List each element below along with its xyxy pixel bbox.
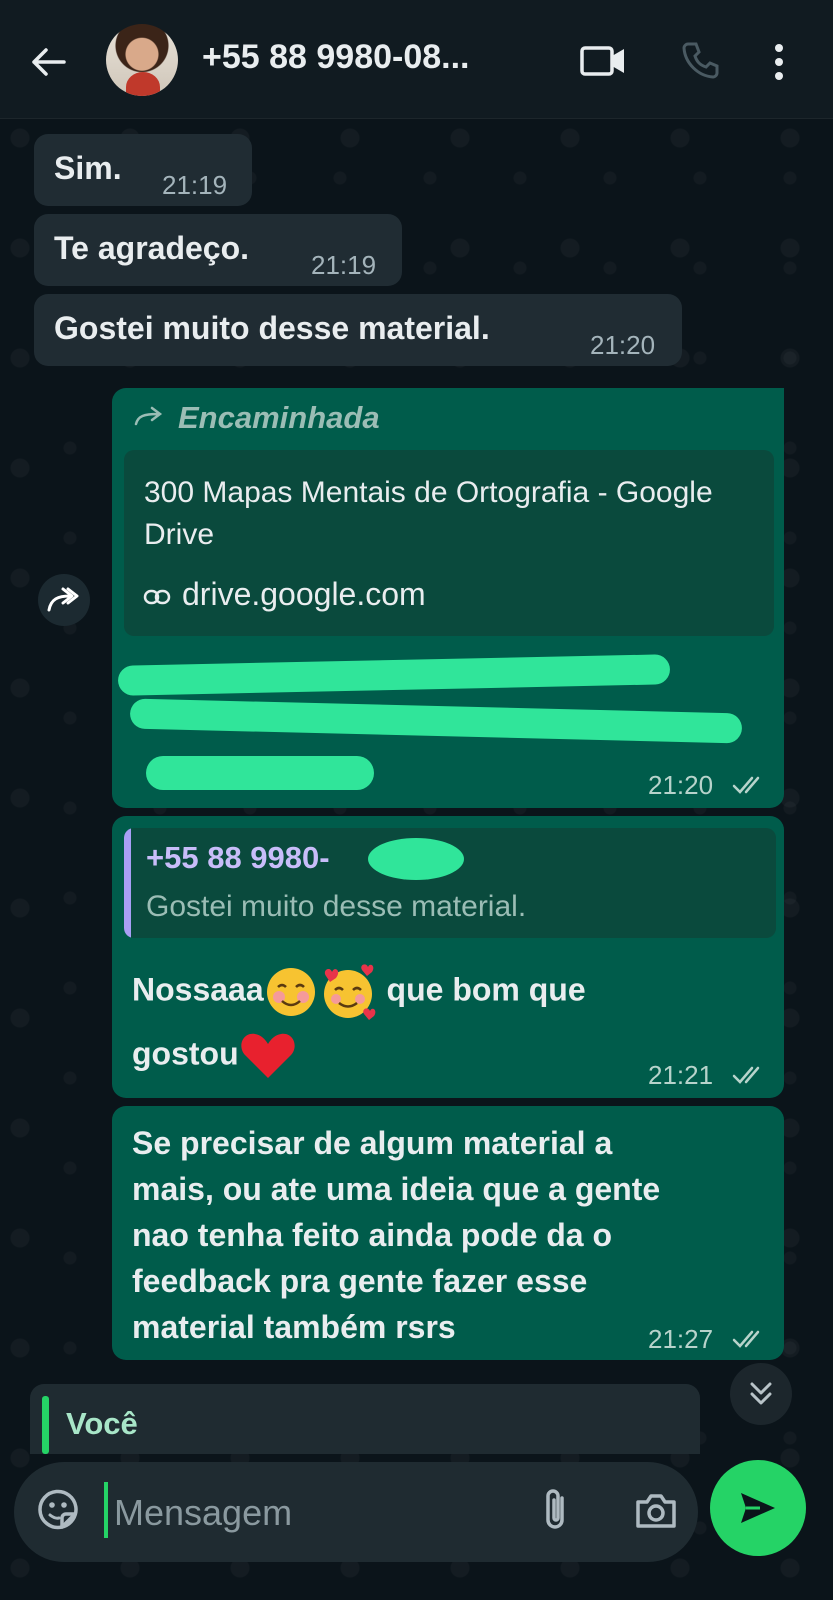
paperclip-icon[interactable]	[538, 1486, 574, 1534]
video-call-icon[interactable]	[580, 42, 626, 80]
forward-icon	[47, 587, 79, 612]
back-arrow-icon	[32, 48, 66, 76]
message-time: 21:20	[590, 330, 656, 360]
send-icon	[741, 1493, 775, 1523]
message-text-part: Nossaaa	[132, 971, 264, 1008]
contact-name[interactable]: +55 88 9980-08...	[202, 38, 547, 77]
quoted-text: Gostei muito desse material.	[146, 890, 527, 923]
message-text-part: gostou	[132, 1035, 239, 1072]
double-check-icon	[732, 1330, 760, 1348]
message-text: gostou	[132, 1030, 297, 1082]
more-vert-icon[interactable]	[772, 42, 786, 82]
forwarded-icon	[134, 406, 163, 426]
redacted-number	[368, 838, 464, 880]
double-check-icon	[732, 1066, 760, 1084]
message-text: Gostei muito desse material.	[54, 310, 490, 346]
chat-header: +55 88 9980-08...	[0, 0, 833, 119]
contact-avatar[interactable]	[106, 24, 178, 96]
sticker-emoji-icon[interactable]	[34, 1486, 82, 1534]
reply-accent-bar	[42, 1396, 49, 1454]
message-text-part: que bom que	[377, 971, 586, 1008]
voice-call-icon[interactable]	[680, 40, 720, 80]
link-preview-domain: drive.google.com	[182, 576, 426, 612]
message-time: 21:19	[162, 170, 228, 200]
quoted-sender: +55 88 9980-	[146, 840, 330, 875]
message-text: Nossaaa que bom que	[132, 962, 586, 1022]
double-chevron-down-icon	[750, 1382, 772, 1405]
camera-icon[interactable]	[634, 1490, 678, 1530]
message-text: Sim.	[54, 150, 122, 186]
message-input[interactable]	[112, 1486, 516, 1540]
message-time: 21:21	[648, 1060, 714, 1090]
redacted-link-line	[146, 756, 374, 790]
link-icon	[143, 589, 171, 605]
double-check-icon	[732, 776, 760, 794]
send-button[interactable]	[710, 1460, 806, 1556]
message-time: 21:20	[648, 770, 714, 800]
link-preview-title: 300 Mapas Mentais de Ortografia - Google…	[144, 476, 713, 551]
text-cursor	[104, 1482, 108, 1538]
message-time: 21:27	[648, 1324, 714, 1354]
smiling-face-with-hearts-icon	[323, 964, 375, 1020]
red-heart-icon	[240, 1033, 295, 1078]
forward-button[interactable]	[38, 574, 90, 626]
message-text: Se precisar de algum material a mais, ou…	[132, 1125, 661, 1345]
message-text: Te agradeço.	[54, 230, 250, 266]
quote-accent-bar	[124, 828, 131, 938]
scroll-to-bottom-button[interactable]	[730, 1363, 792, 1425]
smiling-face-icon	[266, 968, 315, 1016]
forwarded-label: Encaminhada	[178, 400, 380, 435]
message-time: 21:19	[311, 250, 377, 280]
back-button[interactable]	[26, 40, 70, 84]
reply-sender: Você	[66, 1406, 138, 1441]
